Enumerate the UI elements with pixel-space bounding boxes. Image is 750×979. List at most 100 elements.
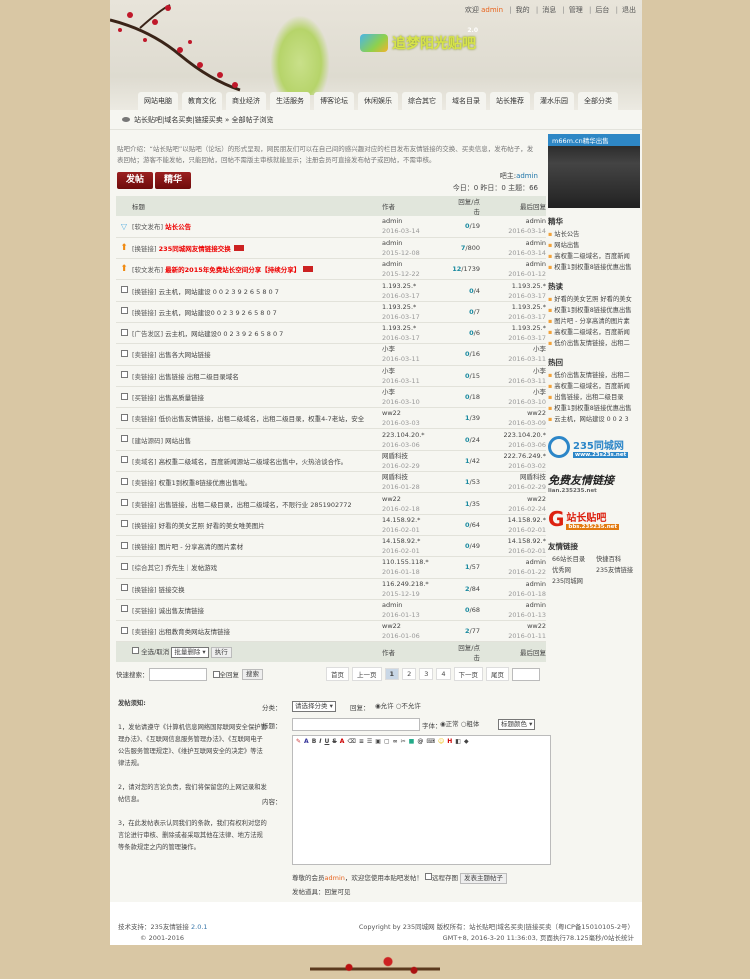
execute-button[interactable]: 执行 [210,647,232,659]
row-checkbox[interactable] [120,349,128,357]
friend-link[interactable]: 快捷百科 [596,554,640,565]
thread-author[interactable]: 1.193.25.* [382,323,452,333]
ad-235-city[interactable]: 235同城网 www.23s23s.net [548,433,640,461]
table-row[interactable]: [卖链接] 出售各大网站链接 小李 2016-03-11 0/16 小李 2016-03-… [116,343,546,366]
hotread-item[interactable]: 低价出售友情链接，出租二 [548,338,640,349]
row-checkbox[interactable] [120,562,128,570]
thread-title-link[interactable]: 低价出售友情链接，出租二级域名，出租二级目录，权重4-7老站，安全 [159,415,365,423]
last-reply-user[interactable]: ww22 [492,621,546,631]
quick-search-input[interactable] [148,667,207,681]
thread-title-link[interactable]: 链接交换 [159,586,185,594]
tab-8[interactable]: 站长推荐 [490,92,530,110]
attach-icon[interactable]: @ [417,738,423,746]
last-reply-user[interactable]: admin [492,238,546,248]
last-reply-user[interactable]: admin [492,216,546,226]
thread-category[interactable]: [换链接] [132,586,157,594]
row-checkbox[interactable] [120,584,128,592]
color-icon[interactable]: A [340,738,345,746]
row-checkbox[interactable] [120,328,128,336]
flash-icon[interactable]: ■ [409,738,415,746]
row-checkbox[interactable] [120,520,128,528]
table-row[interactable]: [卖链接] 出售链接 出租二级目录域名 小李 2016-03-11 0/15 小李 201… [116,365,546,387]
digest-item[interactable]: 网站出售 [548,240,640,251]
italic-icon[interactable]: I [319,738,321,746]
thread-author[interactable]: 小李 [382,366,452,376]
thread-title-link[interactable]: 最新的2015年免费站长空间分享【持续分享】 [165,266,300,274]
table-row[interactable]: [买链接] 诚出售友情链接 admin 2016-01-13 0/68 admin 201… [116,599,546,622]
page-3[interactable]: 3 [419,668,434,681]
thread-category[interactable]: [卖链接] [132,415,157,423]
table-row[interactable]: [换链接] 云主机，网站建设0 0 2 3 9 2 6 5 8 0 7 1.193… [116,301,546,323]
last-reply-user[interactable]: 网盾科技 [492,472,546,482]
hotreply-item[interactable]: 高权重二级域名，百度新闻 [548,381,640,392]
underline-icon[interactable]: U [325,738,330,746]
thread-author[interactable]: admin [382,259,452,269]
last-reply-user[interactable]: 小李 [492,344,546,354]
thread-category[interactable]: [卖链接] [132,479,157,487]
last-reply-user[interactable]: 14.158.92.* [492,515,546,525]
tab-7[interactable]: 域名目录 [446,92,486,110]
table-row[interactable]: [换链接] 链接交换 116.249.218.* 2015-12-19 2/84 adm… [116,578,546,600]
last-reply-user[interactable]: admin [492,579,546,589]
format-icon[interactable]: ✎ [296,738,301,746]
page-2[interactable]: 2 [402,668,417,681]
thread-author[interactable]: 110.155.118.* [382,557,452,567]
table-row[interactable]: ⬆ [换链接] 235同城网友情链接交换 admin 2015-12-08 7/800 a… [116,237,546,260]
last-reply-user[interactable]: admin [492,557,546,567]
table-row[interactable]: ▽ [软文发布] 站长公告 admin 2016-03-14 0/19 admin 2016… [116,216,546,238]
row-checkbox[interactable] [120,541,128,549]
page-4[interactable]: 4 [436,668,451,681]
friend-link[interactable]: 235友情链接 [596,565,640,576]
thread-title-link[interactable]: 出售高质量链接 [159,394,205,402]
friend-link[interactable]: 235同城网 [552,576,596,587]
thread-author[interactable]: admin [382,216,452,226]
digest-item[interactable]: 站长公告 [548,229,640,240]
row-checkbox[interactable] [120,286,128,294]
thread-category[interactable]: [换链接] [132,522,157,530]
thread-title-link[interactable]: 235同城网友情链接交换 [159,245,231,253]
bold-icon[interactable]: B [312,738,317,746]
reply-visible-tool[interactable]: 回复可见 [325,888,351,896]
thread-title-link[interactable]: 出售链接 出租二级目录域名 [159,373,239,381]
row-checkbox[interactable] [120,435,128,443]
tab-2[interactable]: 商业经济 [226,92,266,110]
search-button[interactable]: 搜索 [242,668,263,680]
content-editor[interactable]: ✎ A B I U S A ⌫ ≡ ☰ ▣ ▢ ∞ ✂ ■ @ ⌨ ☺ H ◧ ◆ [292,735,551,865]
table-row[interactable]: [卖链接] 权重1到权重8链接优惠出售啦。 网盾科技 2016-01-28 1/53 网… [116,471,546,494]
digest-item[interactable]: 权重1到权重8链接优惠出售 [548,262,640,273]
link-manage[interactable]: 管理 [569,6,583,14]
row-checkbox[interactable] [120,413,128,421]
row-checkbox[interactable] [120,477,128,485]
thread-category[interactable]: [卖链接] [132,628,157,636]
hotreply-item[interactable]: 权重1到权重8链接优惠出售 [548,403,640,414]
table-row[interactable]: [换链接] 图片吧 - 分享高清的图片素材 14.158.92.* 2016-02-… [116,535,546,558]
thread-author[interactable]: ww22 [382,408,452,418]
table-row[interactable]: [换链接] 好看的美女艺照 好看的美女唯美图片 14.158.92.* 2016-0… [116,514,546,536]
page-jump-input[interactable] [512,667,540,681]
row-checkbox[interactable] [120,371,128,379]
thread-title-link[interactable]: 乔先生｜发帖游戏 [165,564,217,572]
tab-9[interactable]: 灌水乐园 [534,92,574,110]
page-1[interactable]: 1 [384,668,400,681]
thread-category[interactable]: [综合其它] [132,564,163,572]
thread-category[interactable]: [卖链接] [132,501,157,509]
table-row[interactable]: [换链接] 云主机，网站建设 0 0 2 3 9 2 6 5 8 0 7 1.19… [116,279,546,302]
page-prev[interactable]: 上一页 [352,667,382,682]
html-icon[interactable]: H [447,738,452,746]
sidebar-ad-photo[interactable]: m66m.cn精华出售 [548,134,640,208]
link-admin[interactable]: 后台 [595,6,609,14]
table-row[interactable]: [建站源码] 网站出售 223.104.20.* 2016-03-06 0/24 223… [116,428,546,451]
owner-link[interactable]: admin [516,172,538,180]
thread-author[interactable]: 116.249.218.* [382,579,452,589]
smiley-icon[interactable]: ☺ [438,738,444,746]
tab-6[interactable]: 综合其它 [402,92,442,110]
row-checkbox[interactable] [120,499,128,506]
last-reply-user[interactable]: 小李 [492,366,546,376]
thread-author[interactable]: admin [382,600,452,610]
thread-category[interactable]: [卖域名] [132,458,157,466]
last-reply-user[interactable]: 223.104.20.* [492,430,546,440]
hotreply-item[interactable]: 出售链接，出租二级目录 [548,392,640,403]
thread-title-link[interactable]: 站长公告 [165,223,191,231]
align-icon[interactable]: ≡ [359,738,364,746]
batch-action-select[interactable]: 批量删除 ▾ [171,647,209,659]
